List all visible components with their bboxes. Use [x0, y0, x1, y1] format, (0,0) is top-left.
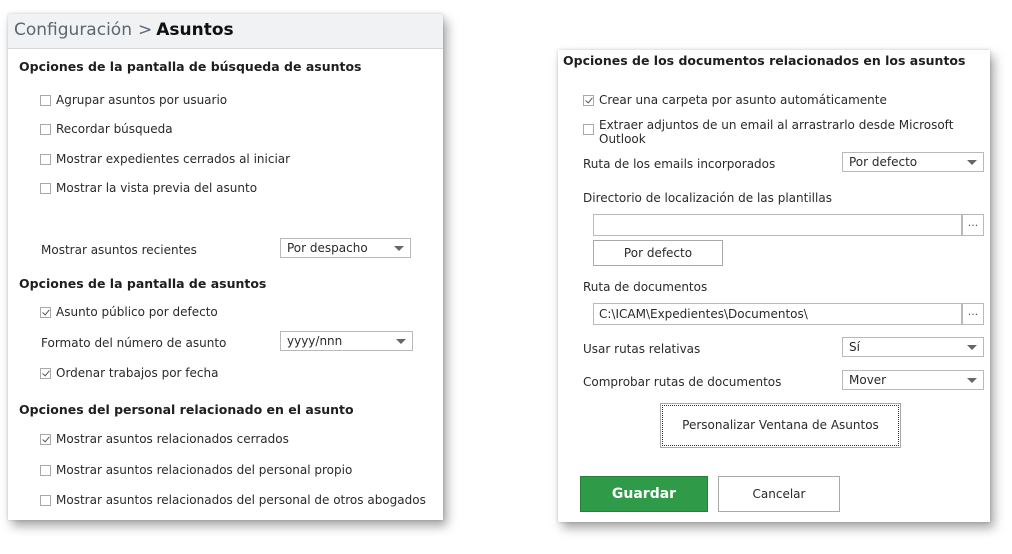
default-button[interactable]: Por defecto [593, 240, 723, 266]
docs-route-browse-button[interactable]: ... [962, 303, 984, 325]
search-options-title: Opciones de la pantalla de búsqueda de a… [19, 59, 362, 74]
chevron-down-icon [967, 160, 977, 165]
show-preview-option[interactable]: Mostrar la vista previa del asunto [40, 181, 257, 195]
public-matter-label: Asunto público por defecto [56, 305, 218, 319]
show-related-closed-label: Mostrar asuntos relacionados cerrados [56, 432, 289, 446]
sort-by-date-checkbox[interactable] [40, 368, 51, 379]
extract-attachments-text: Extraer adjuntos de un email al arrastra… [599, 118, 953, 146]
show-preview-checkbox[interactable] [40, 183, 51, 194]
templates-dir-browse-button[interactable]: ... [962, 214, 984, 236]
breadcrumb-separator: > [137, 20, 153, 40]
matter-settings-panel: Configuración > Asuntos Opciones de la pan… [8, 14, 443, 520]
public-matter-option[interactable]: Asunto público por defecto [40, 305, 218, 319]
show-related-own-staff-label: Mostrar asuntos relacionados del persona… [56, 463, 353, 477]
chevron-down-icon [396, 339, 406, 344]
public-matter-checkbox[interactable] [40, 307, 51, 318]
show-related-other-lawyers-option[interactable]: Mostrar asuntos relacionados del persona… [40, 493, 426, 507]
staff-options-title: Opciones del personal relacionado en el … [19, 402, 354, 417]
remember-search-label: Recordar búsqueda [56, 122, 173, 136]
recent-matters-label: Mostrar asuntos recientes [41, 243, 197, 257]
templates-dir-input[interactable] [593, 214, 962, 236]
remember-search-option[interactable]: Recordar búsqueda [40, 122, 173, 136]
recent-matters-value: Por despacho [287, 241, 368, 255]
save-button[interactable]: Guardar [580, 476, 708, 512]
cancel-button[interactable]: Cancelar [718, 476, 840, 512]
group-by-user-label: Agrupar asuntos por usuario [56, 93, 228, 107]
breadcrumb: Configuración > Asuntos [8, 14, 443, 49]
relative-routes-select[interactable]: Sí [842, 337, 984, 357]
show-related-other-lawyers-label: Mostrar asuntos relacionados del persona… [56, 493, 426, 507]
check-routes-label: Comprobar rutas de documentos [583, 375, 782, 389]
relative-routes-label: Usar rutas relativas [583, 342, 701, 356]
documents-options-title: Opciones de los documentos relacionados … [563, 53, 966, 68]
show-closed-files-label: Mostrar expedientes cerrados al iniciar [56, 152, 291, 166]
create-folder-option[interactable]: Crear una carpeta por asunto automáticam… [583, 93, 887, 107]
extract-attachments-line2: Outlook [599, 132, 646, 146]
create-folder-label: Crear una carpeta por asunto automáticam… [599, 93, 887, 107]
show-closed-files-option[interactable]: Mostrar expedientes cerrados al iniciar [40, 152, 290, 166]
show-related-other-lawyers-checkbox[interactable] [40, 495, 51, 506]
show-related-closed-checkbox[interactable] [40, 434, 51, 445]
show-related-closed-option[interactable]: Mostrar asuntos relacionados cerrados [40, 432, 289, 446]
show-closed-files-checkbox[interactable] [40, 154, 51, 165]
matter-options-title: Opciones de la pantalla de asuntos [19, 276, 267, 291]
matter-number-format-select[interactable]: yyyy/nnn [280, 331, 413, 351]
extract-attachments-checkbox[interactable] [583, 124, 594, 135]
chevron-down-icon [394, 246, 404, 251]
show-related-own-staff-option[interactable]: Mostrar asuntos relacionados del persona… [40, 463, 352, 477]
documents-settings-panel: Opciones de los documentos relacionados … [558, 50, 990, 522]
customize-matters-window-button[interactable]: Personalizar Ventana de Asuntos [660, 403, 901, 448]
sort-by-date-option[interactable]: Ordenar trabajos por fecha [40, 366, 218, 380]
email-route-label: Ruta de los emails incorporados [583, 157, 776, 171]
check-routes-value: Mover [849, 373, 887, 387]
check-routes-select[interactable]: Mover [842, 370, 984, 390]
templates-dir-label: Directorio de localización de las planti… [583, 191, 832, 205]
extract-attachments-option[interactable]: Extraer adjuntos de un email al arrastra… [583, 118, 953, 146]
chevron-down-icon [967, 378, 977, 383]
breadcrumb-parent[interactable]: Configuración [14, 20, 132, 40]
relative-routes-value: Sí [849, 340, 860, 354]
docs-route-label: Ruta de documentos [583, 280, 708, 294]
email-route-select[interactable]: Por defecto [842, 152, 984, 172]
group-by-user-option[interactable]: Agrupar asuntos por usuario [40, 93, 227, 107]
group-by-user-checkbox[interactable] [40, 95, 51, 106]
matter-number-format-label: Formato del número de asunto [41, 336, 227, 350]
create-folder-checkbox[interactable] [583, 95, 594, 106]
email-route-value: Por defecto [849, 155, 918, 169]
extract-attachments-line1: Extraer adjuntos de un email al arrastra… [599, 118, 954, 132]
recent-matters-select[interactable]: Por despacho [280, 238, 411, 258]
show-preview-label: Mostrar la vista previa del asunto [56, 181, 258, 195]
remember-search-checkbox[interactable] [40, 124, 51, 135]
show-related-own-staff-checkbox[interactable] [40, 465, 51, 476]
matter-number-format-value: yyyy/nnn [287, 334, 343, 348]
breadcrumb-current: Asuntos [156, 20, 234, 40]
page-title: Configuración > Asuntos [14, 20, 234, 40]
chevron-down-icon [967, 345, 977, 350]
sort-by-date-label: Ordenar trabajos por fecha [56, 366, 219, 380]
docs-route-input[interactable]: C:\ICAM\Expedientes\Documentos\ [593, 303, 962, 325]
